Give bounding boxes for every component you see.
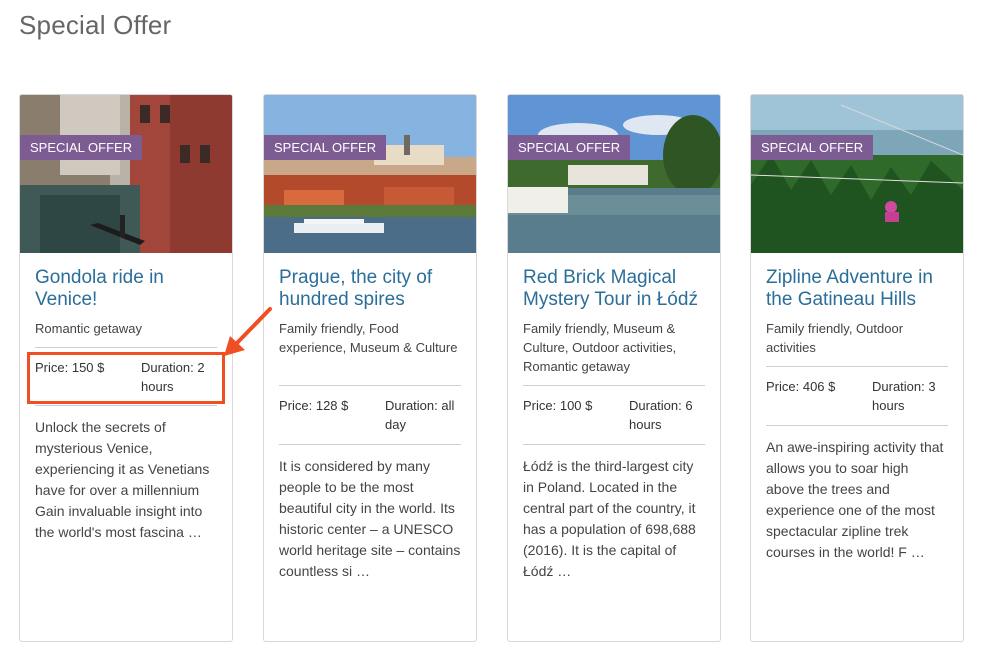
card-description: Unlock the secrets of mysterious Venice,…: [35, 419, 210, 540]
divider: [523, 385, 705, 386]
card-tags: Family friendly, Outdoor activities: [766, 321, 904, 355]
divider: [35, 347, 217, 348]
card-price: Price: 406 $: [766, 379, 836, 394]
offer-card-prague[interactable]: SPECIAL OFFER Prague, the city of hundre…: [263, 94, 477, 642]
divider: [279, 444, 461, 445]
card-description: Łódź is the third-largest city in Poland…: [523, 458, 696, 579]
special-offer-badge: SPECIAL OFFER: [508, 135, 631, 160]
card-title-link[interactable]: Zipline Adventure in the Gatineau Hills: [766, 267, 954, 311]
card-duration: Duration: 3 hours: [872, 379, 936, 413]
divider: [766, 425, 948, 426]
card-tags: Family friendly, Food experience, Museum…: [279, 321, 458, 355]
lodz-photo[interactable]: [508, 95, 720, 253]
card-title-link[interactable]: Red Brick Magical Mystery Tour in Łódź: [523, 267, 711, 311]
prague-photo[interactable]: [264, 95, 476, 253]
divider: [279, 385, 461, 386]
special-offer-badge: SPECIAL OFFER: [751, 135, 874, 160]
special-offer-badge: SPECIAL OFFER: [20, 135, 143, 160]
card-description: An awe-inspiring activity that allows yo…: [766, 439, 944, 560]
offer-card-zipline[interactable]: SPECIAL OFFER Zipline Adventure in the G…: [750, 94, 964, 642]
card-duration: Duration: 6 hours: [629, 398, 693, 432]
zipline-photo[interactable]: [751, 95, 963, 253]
card-tags: Romantic getaway: [35, 321, 142, 336]
page-title: Special Offer: [19, 10, 172, 40]
card-title-link[interactable]: Prague, the city of hundred spires: [279, 267, 467, 311]
divider: [35, 405, 217, 406]
card-price: Price: 100 $: [523, 398, 593, 413]
special-offer-badge: SPECIAL OFFER: [264, 135, 387, 160]
price-duration-highlight: [27, 352, 225, 404]
card-tags: Family friendly, Museum & Culture, Outdo…: [523, 321, 677, 374]
card-price: Price: 128 $: [279, 398, 349, 413]
divider: [766, 366, 948, 367]
offer-card-lodz[interactable]: SPECIAL OFFER Red Brick Magical Mystery …: [507, 94, 721, 642]
divider: [523, 444, 705, 445]
card-description: It is considered by many people to be th…: [279, 458, 461, 579]
card-duration: Duration: all day: [385, 398, 455, 432]
venice-photo[interactable]: [20, 95, 232, 253]
card-title-link[interactable]: Gondola ride in Venice!: [35, 267, 223, 311]
